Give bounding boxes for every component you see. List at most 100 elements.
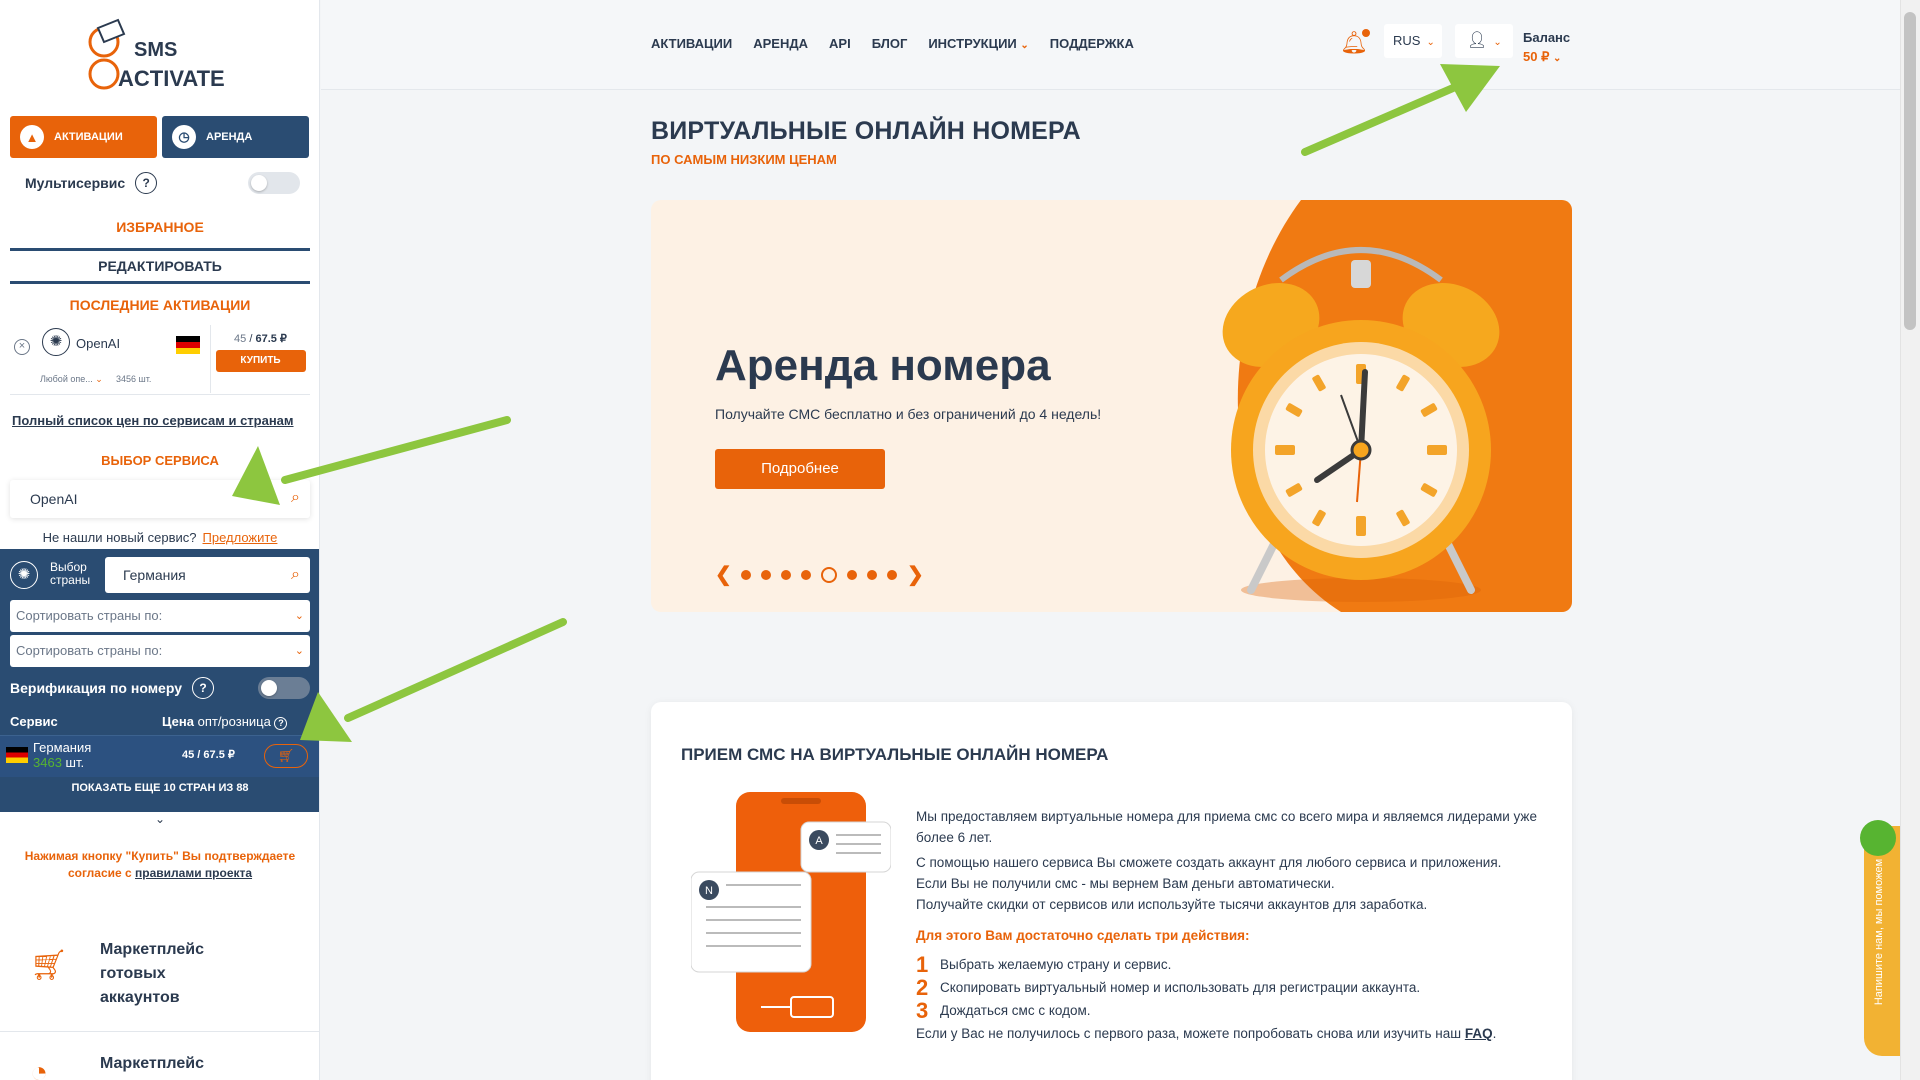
chevron-down-icon: ⌄ [1020,40,1029,51]
country-panel: ✺ Выбор страны Германия ⌕ Сортировать ст… [0,549,319,812]
rent-mode-button[interactable]: ◷ АРЕНДА [162,116,309,158]
banner-carousel: ❮ ❯ [715,562,924,587]
scrollbar[interactable] [1900,0,1920,1080]
marketplace-icon: ◔ [30,1056,49,1080]
full-price-list-link[interactable]: Полный список цен по сервисам и странам [12,413,294,428]
banner-more-button[interactable]: Подробнее [715,449,885,489]
carousel-dot[interactable] [801,569,811,580]
openai-icon: ✺ [42,328,70,356]
marketplace-label-2: Маркетплейс [100,1055,204,1072]
remove-icon[interactable]: × [14,339,30,355]
openai-icon: ✺ [10,561,38,589]
show-more-countries-button[interactable]: ПОКАЗАТЬ ЕЩЕ 10 СТРАН ИЗ 88 [0,782,319,794]
banner-text: Получайте СМС бесплатно и без ограничени… [715,406,1102,422]
logo-text-sms: SMS [134,39,177,61]
country-choice-label: Выбор страны [50,560,91,587]
available-count: 3456 шт. [116,374,152,384]
verification-toggle[interactable] [258,677,310,699]
paragraph-2c: Получайте скидки от сервисов или использ… [916,897,1428,912]
page-title: ВИРТУАЛЬНЫЕ ОНЛАЙН НОМЕРА [651,117,1081,145]
last-activations-title: ПОСЛЕДНИЕ АКТИВАЦИИ [69,297,251,313]
service-search-value: OpenAI [30,491,78,507]
activation-icon: ▲ [20,125,44,149]
help-chat-widget[interactable]: Напишите нам, мы поможем [1860,820,1900,1056]
price-help-icon[interactable]: ? [274,717,288,730]
paragraph-1: Мы предоставляем виртуальные номера для … [916,809,1537,845]
country-name: Германия 3463 шт. [33,740,92,770]
promo-banner: Аренда номера Получайте СМС бесплатно и … [651,200,1572,612]
carousel-dot[interactable] [887,569,897,580]
last-activation-price: 45 / 67.5 ₽ КУПИТЬ [210,325,310,393]
page-subtitle: ПО САМЫМ НИЗКИМ ЦЕНАМ [651,152,837,167]
marketplace-accounts-label: Маркетплейс готовых аккаунтов [100,941,204,1006]
scrollbar-thumb[interactable] [1904,12,1916,330]
user-icon: 👤︎ [1467,32,1488,49]
sort-countries-select-2[interactable]: Сортировать страны по: ⌄ [10,635,310,667]
chevron-right-icon[interactable]: ❯ [907,562,924,587]
search-icon[interactable]: ⌕ [291,489,300,507]
country-price: 45 / 67.5 ₽ [182,749,235,761]
marketplace-link-2[interactable]: ◔ Маркетплейс [30,1052,290,1080]
carousel-dot[interactable] [867,569,877,580]
bubble-a-letter: A [815,835,823,847]
paragraph-2a: С помощью нашего сервиса Вы сможете созд… [916,855,1502,870]
balance[interactable]: Баланс 50 ₽ ⌄ [1523,28,1570,68]
germany-flag-icon [6,747,28,763]
cart-button[interactable]: 🛒︎ [264,744,308,768]
marketplace-accounts-link[interactable]: 🛒︎ Маркетплейс готовых аккаунтов [30,938,290,1010]
banner-title: Аренда номера [715,341,1051,390]
search-icon[interactable]: ⌕ [291,557,300,593]
divider [0,1031,319,1032]
expand-chevron-icon[interactable]: ⌄ [0,812,319,826]
chevron-down-icon: ⌄ [95,374,103,384]
not-found-text: Не нашли новый сервис? [42,530,197,545]
chevron-left-icon[interactable]: ❮ [715,562,732,587]
activations-mode-button[interactable]: ▲ АКТИВАЦИИ [10,116,157,158]
nav-activations[interactable]: АКТИВАЦИИ [651,36,732,51]
service-choice-title: ВЫБОР СЕРВИСА [101,453,219,468]
step-1: 1 Выбрать желаемую страну и сервис. [916,952,1172,977]
country-row-germany[interactable]: Германия 3463 шт. 45 / 67.5 ₽ 🛒︎ [0,735,319,777]
country-table-header: Сервис Цена опт/розница ? [10,714,310,730]
rent-icon: ◷ [172,125,196,149]
buy-button[interactable]: КУПИТЬ [215,350,306,372]
sort-countries-select-1[interactable]: Сортировать страны по: ⌄ [10,600,310,632]
faq-link[interactable]: FAQ [1465,1026,1493,1041]
nav-rent[interactable]: АРЕНДА [753,36,808,51]
multiservice-toggle[interactable] [248,172,300,194]
edit-favorites-button[interactable]: РЕДАКТИРОВАТЬ [10,248,310,284]
cart-icon: 🛒︎ [277,748,295,763]
user-menu-button[interactable]: 👤︎ ⌄ [1455,24,1513,58]
country-search-input[interactable]: Германия ⌕ [105,557,310,593]
country-search-value: Германия [123,567,186,583]
nav-api[interactable]: API [829,36,851,51]
header-price: Цена опт/розница ? [162,714,288,730]
language-select[interactable]: RUS ⌄ [1384,24,1442,58]
step-3: 3 Дождаться смс с кодом. [916,998,1091,1023]
operator-select[interactable]: Любой опе... ⌄ [40,374,103,385]
main-nav: АКТИВАЦИИ АРЕНДА API БЛОГ ИНСТРУКЦИИ ⌄ П… [651,36,1134,51]
bell-icon[interactable]: 🔔︎ [1340,29,1370,56]
carousel-dot[interactable] [781,569,791,580]
carousel-dot[interactable] [847,569,857,580]
logo[interactable]: SMS ACTIVATE [84,18,244,96]
nav-blog[interactable]: БЛОГ [872,36,908,51]
faq-text: Если у Вас не получилось с первого раза,… [916,1026,1497,1041]
carousel-dot[interactable] [821,566,837,583]
service-search-input[interactable]: OpenAI ⌕ [10,480,310,518]
header: АКТИВАЦИИ АРЕНДА API БЛОГ ИНСТРУКЦИИ ⌄ П… [321,0,1900,90]
info-card: ПРИЕМ СМС НА ВИРТУАЛЬНЫЕ ОНЛАЙН НОМЕРА A… [651,702,1572,1080]
nav-instructions[interactable]: ИНСТРУКЦИИ ⌄ [928,36,1028,51]
suggest-service-link[interactable]: Предложите [203,530,278,545]
carousel-dot[interactable] [741,569,751,580]
rules-link[interactable]: правилами проекта [135,866,252,880]
multiservice-row: Мультисервис ? [10,172,310,194]
paragraph-2b: Если Вы не получили смс - мы вернем Вам … [916,876,1335,891]
nav-support[interactable]: ПОДДЕРЖКА [1050,36,1134,51]
price-text: 45 / 67.5 ₽ [234,333,287,345]
multiservice-help-icon[interactable]: ? [135,172,158,194]
verification-row: Верификация по номеру ? [10,677,310,699]
logo-text-activate: ACTIVATE [118,66,225,91]
verification-help-icon[interactable]: ? [192,677,214,699]
carousel-dot[interactable] [761,569,771,580]
